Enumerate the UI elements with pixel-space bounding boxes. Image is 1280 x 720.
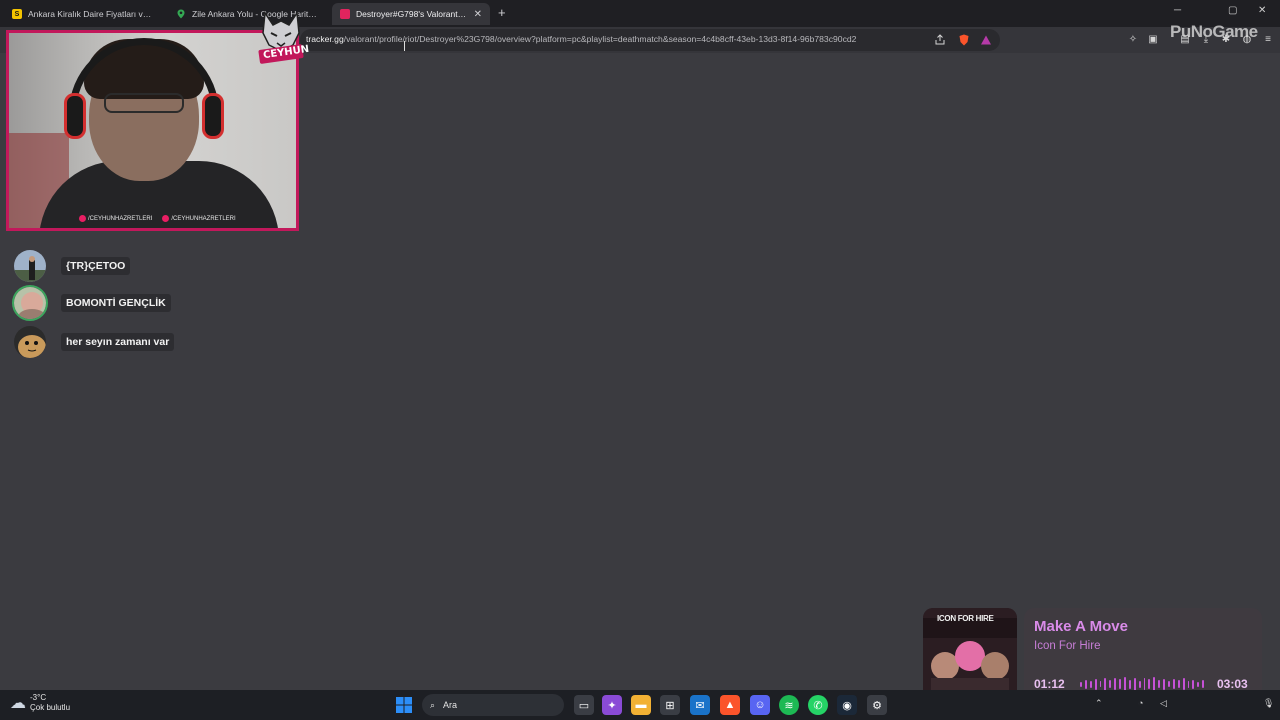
punogame-watermark: PuNoGame bbox=[1170, 22, 1258, 41]
text-cursor bbox=[404, 41, 407, 51]
tab-title: Ankara Kiralık Daire Fiyatları ve Kirali bbox=[28, 9, 156, 19]
volume-icon[interactable]: ◁ bbox=[1160, 698, 1167, 709]
maximize-icon[interactable]: ▢ bbox=[1228, 5, 1237, 16]
visualizer-bar bbox=[1128, 679, 1131, 689]
tracker-icon bbox=[340, 9, 350, 19]
mail-icon[interactable]: ✉ bbox=[690, 695, 710, 715]
brave-shields-icon[interactable] bbox=[958, 34, 970, 46]
weather-desc: Çok bulutlu bbox=[30, 703, 71, 712]
visualizer-bar bbox=[1168, 681, 1170, 687]
discord-icon[interactable]: ☺ bbox=[750, 695, 770, 715]
visualizer-bar bbox=[1084, 679, 1087, 689]
visualizer-bar bbox=[1138, 680, 1141, 688]
search-placeholder: Ara bbox=[443, 700, 458, 710]
track-duration: 03:03 bbox=[1217, 677, 1248, 691]
maps-pin-icon bbox=[176, 9, 186, 19]
voice-member[interactable]: her seyın zamanı var bbox=[12, 324, 175, 360]
weather-temp: -3°C bbox=[30, 693, 47, 702]
tray-overflow-icon[interactable]: ⌃ bbox=[1095, 698, 1103, 709]
settings-app-icon[interactable]: ⚙ bbox=[867, 695, 887, 715]
visualizer-bar bbox=[1089, 680, 1092, 688]
tab-valorant-stats[interactable]: Destroyer#G798's Valorant Stats ✕ bbox=[332, 3, 490, 25]
whatsapp-icon[interactable]: ✆ bbox=[808, 695, 828, 715]
visualizer-bar bbox=[1197, 681, 1200, 687]
visualizer-bar bbox=[1153, 677, 1156, 691]
visualizer-bar bbox=[1143, 678, 1146, 690]
album-art: ICON FOR HIRE bbox=[923, 608, 1017, 702]
menu-icon[interactable]: ≡ bbox=[1262, 34, 1274, 46]
new-tab-button[interactable]: + bbox=[498, 5, 506, 20]
visualizer-bar bbox=[1114, 678, 1117, 690]
tab-title: Destroyer#G798's Valorant Stats bbox=[356, 9, 468, 19]
url-text: tracker.gg/valorant/profile/riot/Destroy… bbox=[306, 34, 857, 44]
visualizer-bar bbox=[1172, 679, 1175, 689]
visualizer-bar bbox=[1124, 677, 1126, 691]
track-info-panel: Make A Move Icon For Hire 01:12 03:03 bbox=[1024, 608, 1262, 702]
voice-member-name: {TR}ÇETOO bbox=[61, 257, 131, 275]
task-view-icon[interactable]: ▭ bbox=[574, 695, 594, 715]
headset-cup-right bbox=[202, 93, 224, 139]
avatar bbox=[12, 285, 48, 321]
extensions-icon[interactable]: ✧ bbox=[1127, 34, 1139, 46]
instagram-icon bbox=[162, 215, 170, 222]
social-handles: /CEYHUNHAZRETLERI /CEYHUNHAZRETLERI bbox=[79, 215, 236, 222]
spotify-icon[interactable]: ≋ bbox=[779, 695, 799, 715]
search-icon: ⌕ bbox=[430, 699, 436, 710]
avatar bbox=[12, 248, 48, 284]
visualizer-bar bbox=[1148, 679, 1151, 689]
voice-member-name: her seyın zamanı var bbox=[61, 333, 175, 351]
cloud-icon: ☁ bbox=[10, 695, 26, 712]
file-explorer-icon[interactable]: ▬ bbox=[631, 695, 651, 715]
visualizer-bar bbox=[1177, 680, 1180, 688]
track-artist: Icon For Hire bbox=[1034, 640, 1101, 652]
avatar bbox=[12, 324, 48, 360]
windows-start-icon[interactable] bbox=[394, 695, 414, 715]
instagram-icon bbox=[79, 215, 86, 222]
close-window-icon[interactable]: ✕ bbox=[1258, 5, 1266, 16]
voice-member-name: BOMONTİ GENÇLİK bbox=[61, 294, 171, 312]
webcam-overlay: /CEYHUNHAZRETLERI /CEYHUNHAZRETLERI bbox=[6, 30, 299, 231]
weather-widget[interactable]: ☁ -3°C Çok bulutlu bbox=[10, 693, 70, 713]
steam-icon[interactable]: ◉ bbox=[837, 695, 857, 715]
taskbar-search[interactable]: ⌕ Ara bbox=[422, 694, 564, 716]
network-icon[interactable]: ◔ bbox=[1138, 698, 1143, 708]
visualizer-bar bbox=[1163, 678, 1166, 690]
visualizer-bar bbox=[1133, 677, 1136, 691]
share-icon[interactable] bbox=[934, 34, 946, 46]
visualizer-bar bbox=[1094, 678, 1097, 690]
visualizer-bar bbox=[1187, 680, 1190, 688]
minimize-icon[interactable]: ─ bbox=[1174, 5, 1181, 16]
close-tab-icon[interactable]: ✕ bbox=[474, 9, 482, 20]
audio-visualizer bbox=[1080, 677, 1205, 691]
headset-cup-left bbox=[64, 93, 86, 139]
visualizer-bar bbox=[1109, 680, 1112, 688]
browser-tab-bar: S Ankara Kiralık Daire Fiyatları ve Kira… bbox=[0, 0, 1280, 27]
elapsed-time: 01:12 bbox=[1034, 677, 1065, 691]
visualizer-bar bbox=[1099, 681, 1102, 687]
sahibinden-icon: S bbox=[12, 9, 22, 19]
voice-member[interactable]: BOMONTİ GENÇLİK bbox=[12, 285, 171, 321]
visualizer-bar bbox=[1080, 681, 1082, 687]
visualizer-bar bbox=[1119, 679, 1122, 689]
copilot-icon[interactable]: ✦ bbox=[602, 695, 622, 715]
brave-rewards-icon[interactable] bbox=[980, 34, 992, 46]
microphone-icon[interactable]: 🎙 bbox=[1263, 698, 1274, 709]
visualizer-bar bbox=[1158, 680, 1161, 688]
visualizer-bar bbox=[1104, 677, 1107, 691]
album-label: ICON FOR HIRE bbox=[937, 614, 994, 623]
microsoft-store-icon[interactable]: ⊞ bbox=[660, 695, 680, 715]
visualizer-bar bbox=[1182, 678, 1185, 690]
track-title: Make A Move bbox=[1034, 618, 1128, 635]
sidebar-icon[interactable]: ▣ bbox=[1147, 34, 1159, 46]
brave-browser-icon[interactable]: ▲ bbox=[720, 695, 740, 715]
visualizer-bar bbox=[1202, 680, 1205, 688]
visualizer-bar bbox=[1192, 679, 1195, 689]
voice-member[interactable]: {TR}ÇETOO bbox=[12, 248, 131, 284]
tab-sahibinden[interactable]: S Ankara Kiralık Daire Fiyatları ve Kira… bbox=[4, 3, 164, 25]
taskbar: ☁ -3°C Çok bulutlu ⌕ Ara ▭ ✦ ▬ ⊞ ✉ ▲ ☺ ≋… bbox=[0, 690, 1280, 720]
ceyhun-wolf-logo: CEYHUN bbox=[257, 9, 310, 69]
